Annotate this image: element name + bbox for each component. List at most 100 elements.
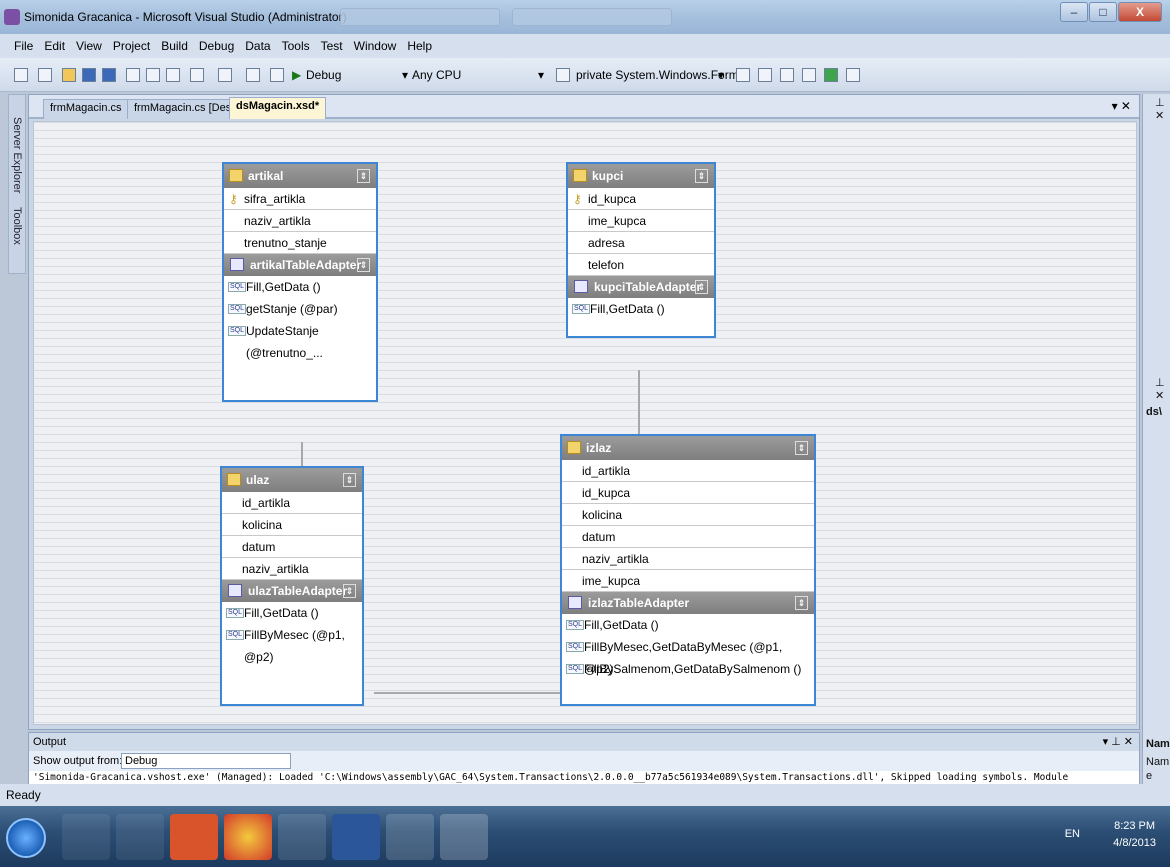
solution-config-select[interactable]: Debug [306,68,341,82]
background-browser-tab[interactable] [512,8,672,26]
tab-dsmagacin-xsd[interactable]: dsMagacin.xsd* [229,97,327,119]
navigate-icon[interactable] [246,68,260,82]
query-row[interactable]: SQL Fill,GetData () [224,276,376,298]
table-header[interactable]: izlaz ⇕ [562,436,814,460]
column-row[interactable]: ime_kupca [568,210,714,232]
close-button[interactable]: X [1118,2,1162,22]
collapse-icon[interactable]: ⇕ [357,169,370,183]
column-row[interactable]: naziv_artikla [224,210,376,232]
object-browser-icon[interactable] [780,68,794,82]
menu-project[interactable]: Project [113,39,150,53]
table-header[interactable]: artikal ⇕ [224,164,376,188]
find-combo-arrow[interactable]: ▾ [718,68,724,82]
cut-icon[interactable] [126,68,140,82]
query-row[interactable]: SQL Fill,GetData () [222,602,362,624]
calculator-icon[interactable] [278,814,326,860]
menu-help[interactable]: Help [407,39,432,53]
column-row[interactable]: kolicina [562,504,814,526]
relation-ulaz-izlaz[interactable] [374,692,560,694]
new-project-icon[interactable] [14,68,28,82]
output-source-select[interactable]: Debug [121,753,291,769]
column-row[interactable]: ime_kupca [562,570,814,592]
redo-icon[interactable] [218,68,232,82]
toolbox-icon[interactable] [802,68,816,82]
copy-icon[interactable] [146,68,160,82]
column-row[interactable]: ⚷ sifra_artikla [224,188,376,210]
column-row[interactable]: naziv_artikla [222,558,362,580]
save-icon[interactable] [82,68,96,82]
media-player-icon[interactable] [170,814,218,860]
table-adapter-header[interactable]: artikalTableAdapter ⇕ [224,254,376,276]
navigate-forward-icon[interactable] [270,68,284,82]
tab-frmmagacin-cs[interactable]: frmMagacin.cs [43,99,129,119]
language-indicator[interactable]: EN [1065,828,1080,840]
menu-test[interactable]: Test [321,39,343,53]
pin-close-icon[interactable]: ⊥ ✕ [1155,96,1170,122]
properties-object-label[interactable]: ds\ [1146,406,1162,418]
visual-studio-taskbar-icon[interactable] [386,814,434,860]
save-all-icon[interactable] [102,68,116,82]
server-explorer-tab[interactable]: Server Explorer [11,117,23,193]
find-in-files-icon[interactable] [556,68,570,82]
table-izlaz[interactable]: izlaz ⇕ id_artikla id_kupca kolicina datu… [560,434,816,706]
table-header[interactable]: kupci ⇕ [568,164,714,188]
chrome-icon[interactable] [224,814,272,860]
query-row[interactable]: SQL FillByMesec,GetDataByMesec (@p1, @p2) [562,636,814,676]
output-pin-close-icon[interactable]: ▾ ⊥ ✕ [1103,733,1133,751]
minimize-button[interactable]: – [1060,2,1088,22]
collapse-icon[interactable]: ⇕ [357,258,370,272]
collapse-icon[interactable]: ⇕ [795,441,808,455]
pin-close-icon[interactable]: ⊥ ✕ [1155,376,1170,402]
table-ulaz[interactable]: ulaz ⇕ id_artikla kolicina datum naziv_ar… [220,466,364,706]
maximize-button[interactable]: □ [1089,2,1117,22]
column-row[interactable]: adresa [568,232,714,254]
column-row[interactable]: datum [562,526,814,548]
table-adapter-header[interactable]: ulazTableAdapter ⇕ [222,580,362,602]
collapse-icon[interactable]: ⇕ [695,280,708,294]
table-adapter-header[interactable]: kupciTableAdapter ⇕ [568,276,714,298]
platform-select-arrow[interactable]: ▾ [402,68,408,82]
find-select-arrow[interactable]: ▾ [538,68,544,82]
column-row[interactable]: telefon [568,254,714,276]
menu-window[interactable]: Window [354,39,397,53]
column-row[interactable]: id_artikla [562,460,814,482]
dataset-designer-canvas[interactable]: artikal ⇕ ⚷ sifra_artikla naziv_artikla tr… [33,121,1137,725]
table-artikal[interactable]: artikal ⇕ ⚷ sifra_artikla naziv_artikla tr… [222,162,378,402]
start-page-icon[interactable] [824,68,838,82]
query-row[interactable]: SQL FillByMesec (@p1, @p2) [222,624,362,664]
other-windows-icon[interactable] [846,68,860,82]
collapse-icon[interactable]: ⇕ [343,473,356,487]
menu-build[interactable]: Build [161,39,188,53]
column-row[interactable]: ⚷ id_kupca [568,188,714,210]
internet-explorer-icon[interactable] [62,814,110,860]
menu-debug[interactable]: Debug [199,39,234,53]
start-debugging-icon[interactable]: ▶ [292,68,301,82]
collapse-icon[interactable]: ⇕ [343,584,356,598]
query-row[interactable]: SQL Fill,GetData () [562,614,814,636]
add-item-icon[interactable] [38,68,52,82]
table-adapter-header[interactable]: izlazTableAdapter ⇕ [562,592,814,614]
solution-platform-select[interactable]: Any CPU [412,68,461,82]
query-row[interactable]: SQL getStanje (@par) [224,298,376,320]
column-row[interactable]: id_kupca [562,482,814,504]
query-row[interactable]: SQL UpdateStanje (@trenutno_... [224,320,376,360]
query-row[interactable]: SQL FillBySalmenom,GetDataBySalmenom () [562,658,814,680]
table-header[interactable]: ulaz ⇕ [222,468,362,492]
word-icon[interactable] [332,814,380,860]
properties-icon[interactable] [758,68,772,82]
column-row[interactable]: naziv_artikla [562,548,814,570]
tab-list-close-controls[interactable]: ▾ ✕ [1112,99,1131,113]
active-app-icon[interactable] [440,814,488,860]
open-icon[interactable] [62,68,76,82]
menu-tools[interactable]: Tools [282,39,310,53]
table-kupci[interactable]: kupci ⇕ ⚷ id_kupca ime_kupca adresa telefo… [566,162,716,338]
start-button[interactable] [6,818,46,858]
query-row[interactable]: SQL Fill,GetData () [568,298,714,320]
column-row[interactable]: id_artikla [222,492,362,514]
menu-view[interactable]: View [76,39,102,53]
collapse-icon[interactable]: ⇕ [795,596,808,610]
paste-icon[interactable] [166,68,180,82]
system-clock[interactable]: 8:23 PM 4/8/2013 [1113,818,1156,852]
background-browser-tab[interactable] [340,8,500,26]
solution-explorer-icon[interactable] [736,68,750,82]
